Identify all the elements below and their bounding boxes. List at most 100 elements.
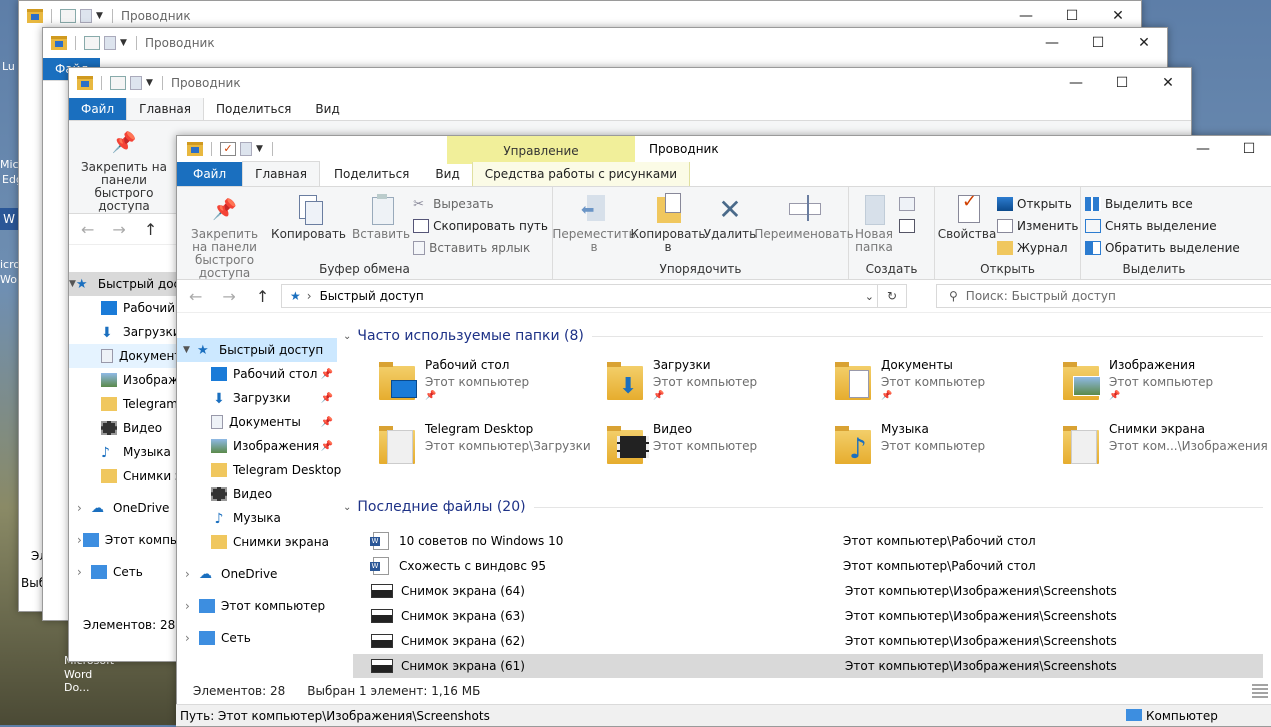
chevron-down-icon[interactable]: ▼	[256, 144, 264, 154]
chevron-down-icon[interactable]: ▼	[146, 78, 154, 88]
nav-item[interactable]: Видео	[177, 482, 337, 506]
pin-icon[interactable]: 📌	[321, 393, 333, 404]
minimize-button[interactable]: —	[1053, 68, 1099, 98]
paste-button[interactable]: Вставить	[349, 193, 413, 241]
folder-tile[interactable]: Telegram Desktop Этот компьютер\Загрузки	[379, 422, 605, 482]
tab-view[interactable]: Вид	[303, 98, 351, 120]
nav-network[interactable]: › Сеть	[177, 626, 337, 650]
maximize-button[interactable]: ☐	[1075, 28, 1121, 58]
nav-item[interactable]: Документ	[69, 344, 181, 368]
nav-item[interactable]: Рабочий стол 📌	[177, 362, 337, 386]
copy-to-button[interactable]: Копировать в	[631, 193, 705, 254]
tab-home[interactable]: Главная	[126, 97, 204, 120]
move-to-button[interactable]: ⬅ Переместить в	[552, 193, 636, 254]
new-folder-icon[interactable]	[130, 76, 142, 90]
folder-tile[interactable]: Видео Этот компьютер	[607, 422, 833, 482]
forward-button[interactable]: →	[112, 220, 125, 239]
properties-icon[interactable]	[60, 9, 76, 23]
pin-quick-access-button[interactable]: 📌 Закрепить на панели быстрого доступа	[69, 121, 179, 213]
recent-file-row[interactable]: Снимок экрана (64) Этот компьютер\Изображ…	[353, 579, 1263, 603]
properties-icon[interactable]: ✓	[220, 142, 236, 156]
forward-button[interactable]: →	[222, 287, 235, 306]
explorer-window-main[interactable]: ✓ ▼ Управление Проводник — ☐ Файл Главная…	[176, 135, 1271, 727]
nav-item[interactable]: Снимки экрана	[177, 530, 337, 554]
paste-shortcut-button[interactable]: Вставить ярлык	[413, 239, 548, 256]
chevron-down-icon[interactable]: ⌄	[865, 290, 874, 303]
tab-share[interactable]: Поделиться	[320, 162, 423, 186]
select-all-button[interactable]: Выделить все	[1085, 195, 1240, 212]
recent-files-header[interactable]: ⌄ Последние файлы (20)	[343, 495, 1263, 519]
new-folder-icon[interactable]	[80, 9, 92, 23]
edit-button[interactable]: Изменить	[997, 217, 1079, 234]
nav-quick-access[interactable]: ▼ ★ Быстрый доступ	[69, 272, 202, 296]
nav-item[interactable]: Документы 📌	[177, 410, 337, 434]
folder-tile[interactable]: ⬇ Загрузки Этот компьютер 📌	[607, 358, 833, 418]
back-button[interactable]: ←	[189, 287, 202, 306]
folder-tile[interactable]: Рабочий стол Этот компьютер 📌	[379, 358, 605, 418]
recent-file-row[interactable]: Снимок экрана (62) Этот компьютер\Изображ…	[353, 629, 1263, 653]
nav-quick-access[interactable]: ▼ ★ Быстрый доступ	[177, 338, 337, 362]
nav-item[interactable]: Telegram D	[69, 392, 191, 416]
frequent-folders-header[interactable]: ⌄ Часто используемые папки (8)	[343, 324, 1263, 348]
properties-icon[interactable]	[110, 76, 126, 90]
tab-picture-tools[interactable]: Средства работы с рисунками	[471, 162, 691, 186]
folder-tile[interactable]: Снимки экрана Этот ком...\Изображения	[1063, 422, 1271, 482]
nav-onedrive[interactable]: › ☁ OneDrive	[69, 496, 177, 520]
up-button[interactable]: ↑	[144, 220, 157, 239]
folder-tile[interactable]: Документы Этот компьютер 📌	[835, 358, 1061, 418]
minimize-button[interactable]: —	[1029, 28, 1075, 58]
nav-item[interactable]: Telegram Desktop	[177, 458, 341, 482]
new-folder-icon[interactable]	[104, 36, 116, 50]
view-details-icon[interactable]	[1252, 684, 1268, 698]
up-button[interactable]: ↑	[256, 287, 269, 306]
refresh-button[interactable]: ↻	[877, 285, 906, 307]
nav-item[interactable]: ⬇ Загрузки	[69, 320, 181, 344]
copy-path-button[interactable]: Скопировать путь	[413, 217, 548, 234]
new-item-button[interactable]	[899, 195, 915, 212]
chevron-down-icon[interactable]: ▼	[96, 11, 104, 21]
tab-home[interactable]: Главная	[242, 161, 320, 186]
nav-onedrive[interactable]: › ☁ OneDrive	[177, 562, 337, 586]
address-bar[interactable]: ★ › Быстрый доступ ⌄ ↻	[281, 284, 907, 308]
nav-item[interactable]: ♪ Музыка	[69, 440, 177, 464]
folder-tile[interactable]: Изображения Этот компьютер 📌	[1063, 358, 1271, 418]
delete-button[interactable]: ✕ Удалить	[704, 193, 757, 241]
back-button[interactable]: ←	[81, 220, 94, 239]
pin-icon[interactable]: 📌	[321, 441, 333, 452]
new-folder-icon[interactable]	[240, 142, 252, 156]
maximize-button[interactable]: ☐	[1226, 136, 1271, 162]
easy-access-button[interactable]	[899, 217, 915, 234]
nav-item[interactable]: ⬇ Загрузки 📌	[177, 386, 337, 410]
maximize-button[interactable]: ☐	[1099, 68, 1145, 98]
close-button[interactable]: ✕	[1121, 28, 1167, 58]
tab-file[interactable]: Файл	[69, 98, 127, 120]
recent-file-row[interactable]: Снимок экрана (61) Этот компьютер\Изображ…	[353, 654, 1263, 678]
properties-icon[interactable]	[84, 36, 100, 50]
nav-item[interactable]: ♪ Музыка	[177, 506, 337, 530]
properties-button[interactable]: ✓ Свойства	[938, 193, 997, 241]
pin-icon[interactable]: 📌	[321, 417, 333, 428]
search-input[interactable]: ⚲ Поиск: Быстрый доступ	[936, 284, 1271, 308]
select-none-button[interactable]: Снять выделение	[1085, 217, 1240, 234]
tab-file[interactable]: Файл	[177, 162, 243, 186]
minimize-button[interactable]: —	[1180, 136, 1226, 162]
tab-view[interactable]: Вид	[423, 162, 471, 186]
rename-button[interactable]: Переименовать	[754, 193, 854, 241]
pin-icon[interactable]: 📌	[321, 369, 333, 380]
close-button[interactable]: ✕	[1145, 68, 1191, 98]
nav-this-pc[interactable]: › Этот компь	[69, 528, 177, 552]
recent-file-row[interactable]: W Схожесть с виндовс 95 Этот компьютер\Раб…	[353, 554, 1263, 578]
nav-item[interactable]: Видео	[69, 416, 177, 440]
nav-item[interactable]: Изображ	[69, 368, 179, 392]
word-icon[interactable]: W	[0, 208, 18, 230]
recent-file-row[interactable]: Снимок экрана (63) Этот компьютер\Изображ…	[353, 604, 1263, 628]
new-folder-button[interactable]: Новая папка	[853, 193, 895, 254]
chevron-down-icon[interactable]: ▼	[120, 38, 128, 48]
nav-item[interactable]: Снимки эк	[69, 464, 189, 488]
cut-button[interactable]: ✂ Вырезать	[413, 195, 548, 212]
nav-item[interactable]: Рабочий с	[69, 296, 185, 320]
folder-tile[interactable]: ♪ Музыка Этот компьютер	[835, 422, 1061, 482]
open-button[interactable]: Открыть	[997, 195, 1079, 212]
history-button[interactable]: Журнал	[997, 239, 1079, 256]
recent-file-row[interactable]: W 10 советов по Windows 10 Этот компьютер\…	[353, 529, 1263, 553]
